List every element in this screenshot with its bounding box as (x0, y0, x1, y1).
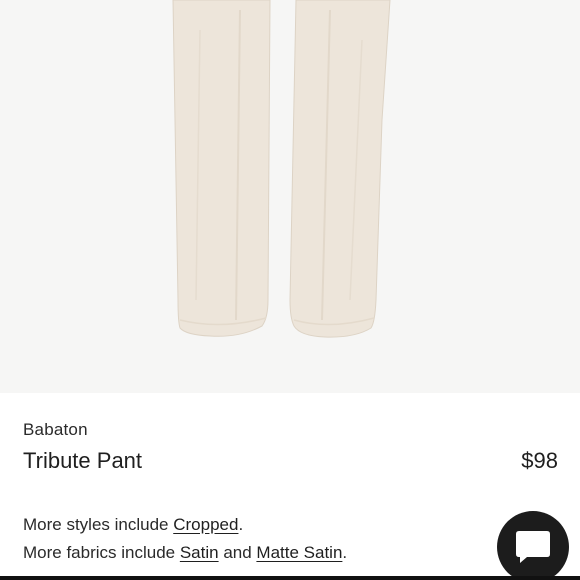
product-price: $98 (521, 448, 558, 473)
chat-button[interactable] (497, 511, 569, 580)
more-fabrics-prefix: More fabrics include (23, 543, 180, 562)
more-fabrics-joiner: and (218, 543, 257, 562)
more-fabrics-line: More fabrics include Satin and Matte Sat… (23, 543, 347, 563)
style-link-cropped[interactable]: Cropped (173, 515, 238, 534)
product-image[interactable] (0, 0, 580, 393)
product-page: Babaton Tribute Pant $98 More styles inc… (0, 0, 580, 580)
product-brand: Babaton (23, 420, 88, 439)
pant-illustration (172, 0, 391, 338)
product-name: Tribute Pant (23, 448, 143, 473)
bottom-bar (0, 576, 580, 580)
more-fabrics-suffix: . (342, 543, 348, 562)
fabric-link-matte-satin[interactable]: Matte Satin (256, 543, 342, 562)
more-styles-suffix: . (238, 515, 244, 534)
more-styles-line: More styles include Cropped. (23, 515, 243, 535)
fabric-link-satin[interactable]: Satin (180, 543, 219, 562)
more-styles-prefix: More styles include (23, 515, 174, 534)
chat-bubble-icon (516, 531, 550, 563)
